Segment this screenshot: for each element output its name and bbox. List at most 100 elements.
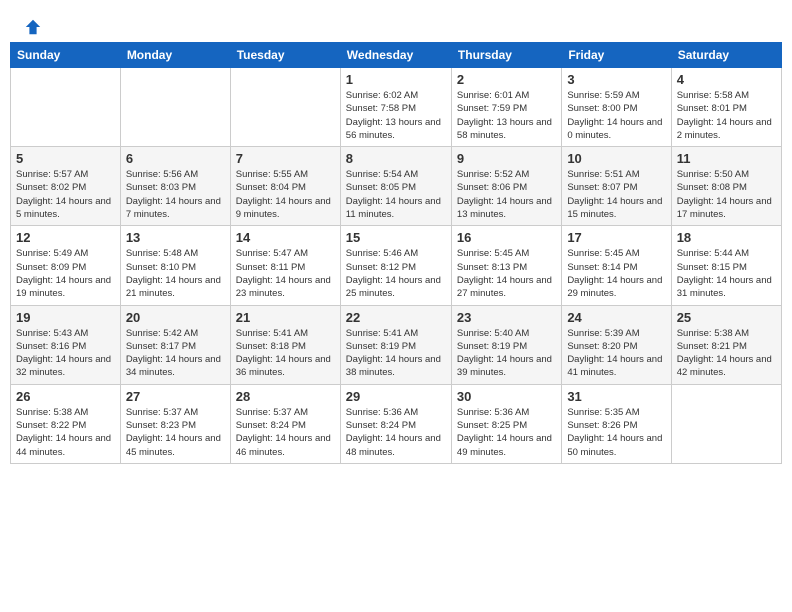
weekday-header-monday: Monday	[120, 43, 230, 68]
calendar-cell: 28Sunrise: 5:37 AMSunset: 8:24 PMDayligh…	[230, 384, 340, 463]
calendar-cell: 2 Sunrise: 6:01 AMSunset: 7:59 PMDaylight…	[451, 68, 561, 147]
weekday-header-sunday: Sunday	[11, 43, 121, 68]
day-number: 21	[236, 310, 335, 325]
day-info: Sunrise: 5:40 AMSunset: 8:19 PMDaylight:…	[457, 327, 556, 380]
day-number: 23	[457, 310, 556, 325]
day-number: 16	[457, 230, 556, 245]
day-number: 13	[126, 230, 225, 245]
day-info: Sunrise: 5:36 AMSunset: 8:25 PMDaylight:…	[457, 406, 556, 459]
day-info: Sunrise: 5:36 AMSunset: 8:24 PMDaylight:…	[346, 406, 446, 459]
day-info: Sunrise: 5:39 AMSunset: 8:20 PMDaylight:…	[567, 327, 665, 380]
calendar-cell: 22 Sunrise: 5:41 AMSunset: 8:19 PMDayligh…	[340, 305, 451, 384]
day-info: Sunrise: 5:43 AMSunset: 8:16 PMDaylight:…	[16, 327, 115, 380]
day-info: Sunrise: 5:51 AMSunset: 8:07 PMDaylight:…	[567, 168, 665, 221]
day-number: 24	[567, 310, 665, 325]
calendar-cell: 26 Sunrise: 5:38 AMSunset: 8:22 PMDayligh…	[11, 384, 121, 463]
calendar-cell: 30 Sunrise: 5:36 AMSunset: 8:25 PMDayligh…	[451, 384, 561, 463]
calendar-cell: 31 Sunrise: 5:35 AMSunset: 8:26 PMDayligh…	[562, 384, 671, 463]
day-number: 14	[236, 230, 335, 245]
calendar-cell	[120, 68, 230, 147]
day-number: 6	[126, 151, 225, 166]
day-number: 4	[677, 72, 776, 87]
logo	[20, 18, 46, 36]
day-info: Sunrise: 5:35 AMSunset: 8:26 PMDaylight:…	[567, 406, 665, 459]
day-info: Sunrise: 5:41 AMSunset: 8:19 PMDaylight:…	[346, 327, 446, 380]
day-info: Sunrise: 5:42 AMSunset: 8:17 PMDaylight:…	[126, 327, 225, 380]
day-number: 8	[346, 151, 446, 166]
day-number: 17	[567, 230, 665, 245]
day-info: Sunrise: 5:45 AMSunset: 8:14 PMDaylight:…	[567, 247, 665, 300]
day-info: Sunrise: 6:02 AMSunset: 7:58 PMDaylight:…	[346, 89, 446, 142]
calendar-cell: 8 Sunrise: 5:54 AMSunset: 8:05 PMDaylight…	[340, 147, 451, 226]
day-number: 31	[567, 389, 665, 404]
week-row-5: 26 Sunrise: 5:38 AMSunset: 8:22 PMDayligh…	[11, 384, 782, 463]
day-number: 15	[346, 230, 446, 245]
day-number: 27	[126, 389, 225, 404]
day-info: Sunrise: 5:48 AMSunset: 8:10 PMDaylight:…	[126, 247, 225, 300]
calendar-cell: 24 Sunrise: 5:39 AMSunset: 8:20 PMDayligh…	[562, 305, 671, 384]
calendar-cell: 21 Sunrise: 5:41 AMSunset: 8:18 PMDayligh…	[230, 305, 340, 384]
day-info: Sunrise: 6:01 AMSunset: 7:59 PMDaylight:…	[457, 89, 556, 142]
day-number: 1	[346, 72, 446, 87]
day-number: 7	[236, 151, 335, 166]
weekday-header-friday: Friday	[562, 43, 671, 68]
calendar-cell: 1 Sunrise: 6:02 AMSunset: 7:58 PMDaylight…	[340, 68, 451, 147]
day-number: 9	[457, 151, 556, 166]
day-number: 19	[16, 310, 115, 325]
logo-icon	[24, 18, 42, 36]
day-number: 28	[236, 389, 335, 404]
day-info: Sunrise: 5:44 AMSunset: 8:15 PMDaylight:…	[677, 247, 776, 300]
day-number: 3	[567, 72, 665, 87]
day-info: Sunrise: 5:47 AMSunset: 8:11 PMDaylight:…	[236, 247, 335, 300]
day-info: Sunrise: 5:46 AMSunset: 8:12 PMDaylight:…	[346, 247, 446, 300]
weekday-header-thursday: Thursday	[451, 43, 561, 68]
day-info: Sunrise: 5:50 AMSunset: 8:08 PMDaylight:…	[677, 168, 776, 221]
calendar-cell: 9 Sunrise: 5:52 AMSunset: 8:06 PMDaylight…	[451, 147, 561, 226]
day-info: Sunrise: 5:41 AMSunset: 8:18 PMDaylight:…	[236, 327, 335, 380]
calendar-cell: 7 Sunrise: 5:55 AMSunset: 8:04 PMDaylight…	[230, 147, 340, 226]
calendar-cell: 19 Sunrise: 5:43 AMSunset: 8:16 PMDayligh…	[11, 305, 121, 384]
day-info: Sunrise: 5:56 AMSunset: 8:03 PMDaylight:…	[126, 168, 225, 221]
calendar-cell: 14 Sunrise: 5:47 AMSunset: 8:11 PMDayligh…	[230, 226, 340, 305]
calendar-cell: 10 Sunrise: 5:51 AMSunset: 8:07 PMDayligh…	[562, 147, 671, 226]
day-info: Sunrise: 5:55 AMSunset: 8:04 PMDaylight:…	[236, 168, 335, 221]
calendar-cell: 29 Sunrise: 5:36 AMSunset: 8:24 PMDayligh…	[340, 384, 451, 463]
calendar-cell: 17 Sunrise: 5:45 AMSunset: 8:14 PMDayligh…	[562, 226, 671, 305]
day-info: Sunrise: 5:54 AMSunset: 8:05 PMDaylight:…	[346, 168, 446, 221]
calendar-cell: 23 Sunrise: 5:40 AMSunset: 8:19 PMDayligh…	[451, 305, 561, 384]
calendar-cell: 20 Sunrise: 5:42 AMSunset: 8:17 PMDayligh…	[120, 305, 230, 384]
day-number: 11	[677, 151, 776, 166]
day-number: 20	[126, 310, 225, 325]
weekday-header-tuesday: Tuesday	[230, 43, 340, 68]
weekday-header-row: SundayMondayTuesdayWednesdayThursdayFrid…	[11, 43, 782, 68]
calendar-cell: 15 Sunrise: 5:46 AMSunset: 8:12 PMDayligh…	[340, 226, 451, 305]
calendar-cell: 5Sunrise: 5:57 AMSunset: 8:02 PMDaylight…	[11, 147, 121, 226]
day-info: Sunrise: 5:59 AMSunset: 8:00 PMDaylight:…	[567, 89, 665, 142]
calendar-cell	[671, 384, 781, 463]
weekday-header-wednesday: Wednesday	[340, 43, 451, 68]
day-number: 12	[16, 230, 115, 245]
day-number: 22	[346, 310, 446, 325]
day-number: 26	[16, 389, 115, 404]
week-row-1: 1 Sunrise: 6:02 AMSunset: 7:58 PMDaylight…	[11, 68, 782, 147]
day-info: Sunrise: 5:38 AMSunset: 8:22 PMDaylight:…	[16, 406, 115, 459]
calendar-cell: 3 Sunrise: 5:59 AMSunset: 8:00 PMDaylight…	[562, 68, 671, 147]
week-row-2: 5Sunrise: 5:57 AMSunset: 8:02 PMDaylight…	[11, 147, 782, 226]
page-header	[10, 10, 782, 42]
day-info: Sunrise: 5:38 AMSunset: 8:21 PMDaylight:…	[677, 327, 776, 380]
calendar-cell: 13 Sunrise: 5:48 AMSunset: 8:10 PMDayligh…	[120, 226, 230, 305]
day-number: 30	[457, 389, 556, 404]
weekday-header-saturday: Saturday	[671, 43, 781, 68]
calendar-cell: 4Sunrise: 5:58 AMSunset: 8:01 PMDaylight…	[671, 68, 781, 147]
day-number: 10	[567, 151, 665, 166]
day-info: Sunrise: 5:49 AMSunset: 8:09 PMDaylight:…	[16, 247, 115, 300]
calendar-cell	[230, 68, 340, 147]
calendar-cell: 18Sunrise: 5:44 AMSunset: 8:15 PMDayligh…	[671, 226, 781, 305]
calendar-table: SundayMondayTuesdayWednesdayThursdayFrid…	[10, 42, 782, 464]
day-number: 29	[346, 389, 446, 404]
day-number: 2	[457, 72, 556, 87]
calendar-cell: 6 Sunrise: 5:56 AMSunset: 8:03 PMDaylight…	[120, 147, 230, 226]
week-row-3: 12 Sunrise: 5:49 AMSunset: 8:09 PMDayligh…	[11, 226, 782, 305]
day-number: 25	[677, 310, 776, 325]
day-info: Sunrise: 5:52 AMSunset: 8:06 PMDaylight:…	[457, 168, 556, 221]
